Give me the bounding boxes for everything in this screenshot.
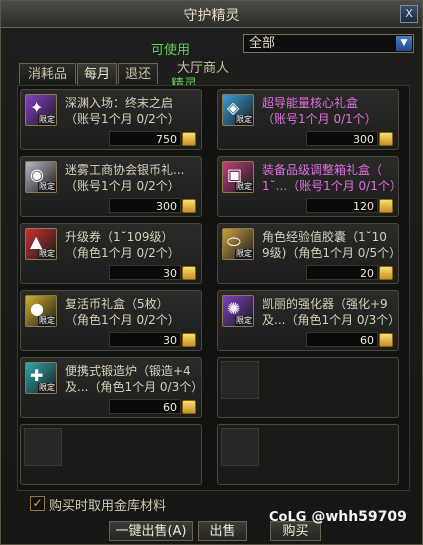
filter-selected-value: 全部 (249, 36, 276, 51)
use-vault-materials-checkbox[interactable]: ✓ (30, 496, 45, 511)
item-slot[interactable]: ● 限定 复活币礼盒（5枚） （角色1个月 0/2个） 30 (20, 290, 202, 351)
abyss-ticket-icon: ✦ 限定 (25, 94, 57, 126)
tab-consumables[interactable]: 消耗品 (19, 63, 76, 84)
item-name: 升级券（1˘109级） (65, 230, 174, 244)
watermark: CoLG @whh59709 (269, 509, 407, 525)
empty-slot (217, 424, 399, 485)
forge-furnace-icon: ✚ 限定 (25, 362, 57, 394)
item-limit: 1˘...（账号1个月 0/1个） (262, 179, 396, 193)
item-price: 60 (306, 332, 378, 347)
energy-core-box-icon: ◈ 限定 (222, 94, 254, 126)
use-vault-materials-label: 购买时取用金库材料 (49, 499, 167, 514)
coin-icon (182, 400, 196, 414)
item-name: 深渊入场：终末之启 (65, 96, 174, 110)
coin-icon (182, 132, 196, 146)
item-price: 120 (306, 198, 378, 213)
coin-icon (379, 132, 393, 146)
item-limit: （账号1个月 0/2个） (65, 179, 180, 193)
coin-icon (182, 266, 196, 280)
item-price: 300 (306, 131, 378, 146)
item-name: 超导能量核心礼盒 (262, 96, 359, 110)
coin-icon (182, 333, 196, 347)
window-title: 守护精灵 (183, 8, 240, 24)
exp-capsule-icon: ⬭ 限定 (222, 228, 254, 260)
equipment-box-icon: ▣ 限定 (222, 161, 254, 193)
limited-tag: 限定 (235, 249, 253, 259)
item-slot[interactable]: ✦ 限定 深渊入场：终末之启 （账号1个月 0/2个） 750 (20, 89, 202, 150)
tab-monthly[interactable]: 每月 (77, 63, 117, 85)
limited-tag: 限定 (38, 249, 56, 259)
item-price: 30 (109, 332, 181, 347)
item-slot[interactable]: ✚ 限定 便携式锻造炉（锻造+4 及...（角色1个月 0/3个） 60 (20, 357, 202, 418)
colg-logo: CoLG (269, 510, 307, 525)
empty-cell (221, 361, 259, 399)
item-price: 750 (109, 131, 181, 146)
limited-tag: 限定 (38, 316, 56, 326)
item-slot[interactable]: ◈ 限定 超导能量核心礼盒 （账号1个月 0/1个） 300 (217, 89, 399, 150)
enhancer-icon: ✺ 限定 (222, 295, 254, 327)
item-name: 便携式锻造炉（锻造+4 (65, 364, 191, 378)
item-name: 角色经验值胶囊（1˘10 (262, 230, 387, 244)
item-slot[interactable]: ◉ 限定 迷雾工商协会银币礼... （账号1个月 0/2个） 300 (20, 156, 202, 217)
empty-cell (24, 428, 62, 466)
revive-coin-box-icon: ● 限定 (25, 295, 57, 327)
item-limit: 9级)（角色1个月 0/5个） (262, 246, 396, 260)
item-price: 300 (109, 198, 181, 213)
category-filter-dropdown[interactable]: 全部 ▼ (243, 34, 414, 53)
item-slot[interactable]: ✺ 限定 凯丽的强化器（强化+9 及...（角色1个月 0/3个） 60 (217, 290, 399, 351)
close-icon[interactable]: X (400, 5, 418, 23)
empty-slot (20, 424, 202, 485)
watermark-handle: @whh59709 (311, 509, 407, 525)
title-bar[interactable]: 守护精灵 X (1, 1, 422, 28)
empty-cell (221, 428, 259, 466)
item-slot[interactable]: ▣ 限定 装备品级调整箱礼盒（ 1˘...（账号1个月 0/1个） 120 (217, 156, 399, 217)
item-price: 60 (109, 399, 181, 414)
item-limit: （角色1个月 0/2个） (65, 246, 180, 260)
coin-icon (379, 199, 393, 213)
item-slot[interactable]: ▲ 限定 升级券（1˘109级） （角色1个月 0/2个） 30 (20, 223, 202, 284)
item-limit: （角色1个月 0/2个） (65, 313, 180, 327)
item-limit: （账号1个月 0/1个） (262, 112, 377, 126)
item-name: 迷雾工商协会银币礼... (65, 163, 185, 177)
sell-button[interactable]: 出售 (198, 521, 247, 541)
item-price: 20 (306, 265, 378, 280)
coin-icon (379, 333, 393, 347)
limited-tag: 限定 (38, 115, 56, 125)
background-text-1: 可使用 (151, 43, 191, 58)
item-name: 复活币礼盒（5枚） (65, 297, 169, 311)
item-slot[interactable]: ⬭ 限定 角色经验值胶囊（1˘10 9级)（角色1个月 0/5个） 20 (217, 223, 399, 284)
limited-tag: 限定 (38, 182, 56, 192)
sell-all-button[interactable]: 一键出售(A) (109, 521, 193, 541)
limited-tag: 限定 (235, 182, 253, 192)
limited-tag: 限定 (38, 383, 56, 393)
item-limit: 及...（角色1个月 0/3个） (262, 313, 396, 327)
item-name: 装备品级调整箱礼盒（ (262, 163, 383, 177)
limited-tag: 限定 (235, 316, 253, 326)
guardian-spirit-window: 守护精灵 X 可使用 大厅商人 精灵 全部 ▼ 消耗品 每月 退还 ✦限定 深渊… (0, 0, 423, 545)
empty-slot (217, 357, 399, 418)
tab-refund[interactable]: 退还 (118, 63, 158, 84)
item-limit: 及...（角色1个月 0/3个） (65, 380, 199, 394)
item-limit: （账号1个月 0/2个） (65, 112, 180, 126)
limited-tag: 限定 (235, 115, 253, 125)
chevron-down-icon[interactable]: ▼ (396, 36, 412, 51)
coin-icon (182, 199, 196, 213)
item-name: 凯丽的强化器（强化+9 (262, 297, 388, 311)
level-up-ticket-icon: ▲ 限定 (25, 228, 57, 260)
silver-coin-box-icon: ◉ 限定 (25, 161, 57, 193)
coin-icon (379, 266, 393, 280)
item-price: 30 (109, 265, 181, 280)
